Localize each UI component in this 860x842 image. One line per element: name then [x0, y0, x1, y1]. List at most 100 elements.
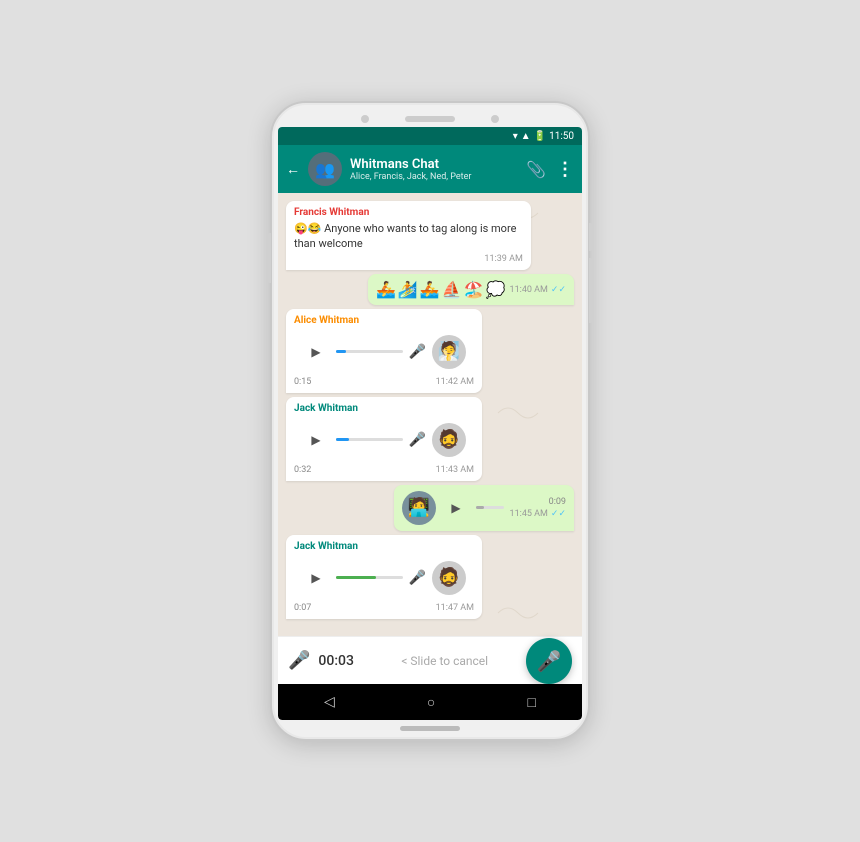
- emoji-meta: 11:40 AM ✓✓: [510, 285, 566, 295]
- back-nav-button[interactable]: ◁: [324, 694, 335, 710]
- group-avatar: 👥: [308, 152, 342, 186]
- jack-audio-content: ▶ 🎤 🧔: [294, 417, 474, 463]
- message-alice-audio: Alice Whitman ▶ 🎤 🧖 0:15 11:42 AM: [286, 309, 482, 393]
- phone-frame: ▾ ▲ 🔋 11:50 ← 👥 Whitmans Chat Alice, Fra…: [270, 101, 590, 741]
- alice-audio-meta: 0:15 11:42 AM: [294, 377, 474, 387]
- status-icons: ▾ ▲ 🔋 11:50: [513, 131, 574, 142]
- emoji-time: 11:40 AM: [510, 285, 548, 295]
- audio-content: ▶ 🎤 🧖: [294, 329, 474, 375]
- message-jack-audio-1: Jack Whitman ▶ 🎤 🧔 0:32 11:43 AM: [286, 397, 482, 481]
- home-nav-button[interactable]: ○: [427, 694, 435, 711]
- phone-screen: ▾ ▲ 🔋 11:50 ← 👥 Whitmans Chat Alice, Fra…: [278, 127, 582, 720]
- chat-header: ← 👥 Whitmans Chat Alice, Francis, Jack, …: [278, 145, 582, 193]
- chat-area: Francis Whitman 😜😂 Anyone who wants to t…: [278, 193, 582, 636]
- jack-progress-bar: [336, 438, 403, 441]
- jack2-play-button[interactable]: ▶: [302, 564, 330, 592]
- beach-emoji: 🏖️: [464, 280, 484, 299]
- progress-bar: [336, 350, 403, 353]
- jack2-mic-icon: 🎤: [409, 570, 426, 586]
- battery-icon: 🔋: [534, 131, 546, 142]
- wifi-icon: ▾: [513, 131, 518, 142]
- jack2-audio-content: ▶ 🎤 🧔: [294, 555, 474, 601]
- chat-title: Whitmans Chat: [350, 157, 518, 172]
- time-display: 11:50: [549, 131, 574, 142]
- alice-time: 11:42 AM: [436, 377, 474, 387]
- header-actions: 📎 ⋮: [526, 159, 574, 180]
- message-francis-text: Francis Whitman 😜😂 Anyone who wants to t…: [286, 201, 531, 270]
- chat-subtitle: Alice, Francis, Jack, Ned, Peter: [350, 172, 518, 182]
- sent-progress-fill: [476, 506, 484, 509]
- attach-icon[interactable]: 📎: [526, 160, 546, 179]
- home-indicator: [400, 726, 460, 731]
- header-info: Whitmans Chat Alice, Francis, Jack, Ned,…: [350, 157, 518, 182]
- volume-up-button[interactable]: [589, 223, 593, 251]
- front-camera: [361, 115, 369, 123]
- sent-audio-avatar: 🧑‍💻: [402, 491, 436, 525]
- emoji-ticks: ✓✓: [551, 285, 566, 295]
- alice-duration: 0:15: [294, 377, 311, 387]
- jack2-audio-meta: 0:07 11:47 AM: [294, 603, 474, 613]
- jack-sender-name: Jack Whitman: [294, 403, 474, 414]
- sender-name: Francis Whitman: [294, 207, 523, 218]
- volume-down-button[interactable]: [589, 258, 593, 286]
- sent-play-button[interactable]: ▶: [442, 494, 470, 522]
- surf-emoji: 🏄: [398, 280, 418, 299]
- message-time: 11:39 AM: [484, 254, 522, 264]
- sent-progress-bar: [476, 506, 504, 509]
- jack-audio-meta: 0:32 11:43 AM: [294, 465, 474, 475]
- mic-fab-icon: 🎤: [537, 649, 562, 673]
- phone-bottom-bar: [278, 726, 582, 731]
- more-icon[interactable]: ⋮: [556, 159, 574, 180]
- jack-time: 11:43 AM: [436, 465, 474, 475]
- sensor: [491, 115, 499, 123]
- bottom-nav: ◁ ○ □: [278, 684, 582, 720]
- message-meta: 11:39 AM: [294, 254, 523, 264]
- sent-duration: 0:09: [549, 497, 566, 507]
- jack2-duration: 0:07: [294, 603, 311, 613]
- signal-icon: ▲: [521, 131, 531, 142]
- phone-top-bar: [278, 115, 582, 123]
- mic-icon: 🎤: [409, 344, 426, 360]
- message-jack-audio-2: Jack Whitman ▶ 🎤 🧔 0:07 11:47 AM: [286, 535, 482, 619]
- canoe-emoji: 🚣: [420, 280, 440, 299]
- cloud-emoji: 💭: [486, 280, 506, 299]
- jack-play-button[interactable]: ▶: [302, 426, 330, 454]
- mic-fab-button[interactable]: 🎤: [526, 638, 572, 684]
- slide-to-cancel-text: < Slide to cancel: [371, 654, 518, 668]
- jack2-progress-bar: [336, 576, 403, 579]
- jack2-progress-fill: [336, 576, 376, 579]
- message-text: 😜😂 Anyone who wants to tag along is more…: [294, 221, 523, 252]
- sailboat-emoji: ⛵: [442, 280, 462, 299]
- message-sent-audio: 🧑‍💻 ▶ 0:09 11:45 AM ✓✓: [394, 485, 574, 531]
- jack-mic-icon: 🎤: [409, 432, 426, 448]
- alice-avatar: 🧖: [432, 335, 466, 369]
- sent-audio-time: 11:45 AM: [510, 509, 548, 519]
- status-bar: ▾ ▲ 🔋 11:50: [278, 127, 582, 145]
- jack-avatar-1: 🧔: [432, 423, 466, 457]
- audio-wave: [336, 344, 403, 360]
- message-sent-emoji: 🚣 🏄 🚣 ⛵ 🏖️ 💭 11:40 AM ✓✓: [368, 274, 574, 305]
- back-button[interactable]: ←: [286, 161, 300, 178]
- speaker: [405, 116, 455, 122]
- sent-audio-ticks: ✓✓: [551, 509, 566, 519]
- jack2-avatar: 🧔: [432, 561, 466, 595]
- jack2-time: 11:47 AM: [436, 603, 474, 613]
- alice-sender-name: Alice Whitman: [294, 315, 474, 326]
- sent-audio-wave: [476, 500, 504, 516]
- progress-fill: [336, 350, 346, 353]
- jack-duration: 0:32: [294, 465, 311, 475]
- recording-timer: 00:03: [318, 653, 363, 669]
- emoji-content: 🚣 🏄 🚣 ⛵ 🏖️ 💭: [376, 280, 506, 299]
- jack2-audio-wave: [336, 570, 403, 586]
- boat-emoji: 🚣: [376, 280, 396, 299]
- power-button[interactable]: [589, 283, 593, 323]
- play-button[interactable]: ▶: [302, 338, 330, 366]
- jack-progress-fill: [336, 438, 349, 441]
- jack2-sender-name: Jack Whitman: [294, 541, 474, 552]
- left-button: [267, 233, 271, 283]
- recording-bar: 🎤 00:03 < Slide to cancel 🎤: [278, 636, 582, 684]
- jack-audio-wave: [336, 432, 403, 448]
- sent-audio-meta: 11:45 AM ✓✓: [510, 509, 566, 519]
- recent-nav-button[interactable]: □: [527, 694, 535, 711]
- recording-mic-icon: 🎤: [288, 650, 310, 671]
